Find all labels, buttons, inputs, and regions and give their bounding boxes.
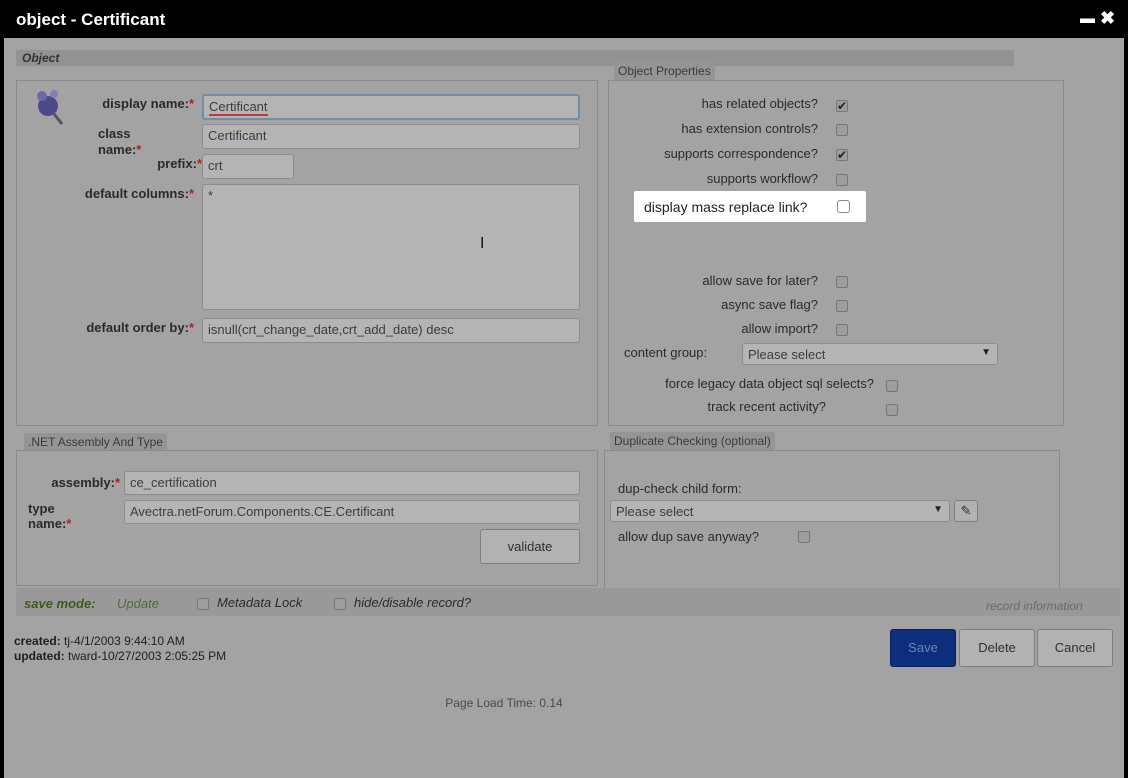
status-bar [16, 588, 1120, 616]
type-name-input[interactable]: Avectra.netForum.Components.CE.Certifica… [124, 500, 580, 524]
allow-dup-save-label: allow dup save anyway? [618, 529, 759, 544]
save-mode-label: save mode: [24, 596, 96, 611]
default-order-by-label: default order by:* [86, 320, 194, 335]
has-extension-controls-label: has extension controls? [681, 121, 818, 136]
dialog-body: Object display name:* Certificant class … [4, 38, 1124, 778]
allow-import-checkbox[interactable] [836, 324, 848, 336]
hide-disable-checkbox[interactable] [334, 598, 346, 610]
allow-save-for-later-label: allow save for later? [702, 273, 818, 288]
chevron-down-icon: ▼ [933, 504, 943, 515]
supports-correspondence-checkbox[interactable]: ✔ [836, 149, 848, 161]
save-mode-value: Update [117, 596, 159, 611]
page-load-time: Page Load Time: 0.14 [445, 696, 563, 710]
type-name-label-line1: type [28, 501, 55, 516]
assembly-section-header: .NET Assembly And Type [24, 433, 167, 451]
assembly-label: assembly:* [51, 475, 120, 490]
metadata-lock-label: Metadata Lock [217, 595, 303, 610]
created-info: created: tj-4/1/2003 9:44:10 AM [14, 634, 185, 648]
track-recent-activity-checkbox[interactable] [886, 404, 898, 416]
default-order-by-input[interactable]: isnull(crt_change_date,crt_add_date) des… [202, 318, 580, 343]
object-icon [32, 86, 66, 126]
cancel-button[interactable]: Cancel [1037, 629, 1113, 667]
save-button[interactable]: Save [890, 629, 956, 667]
window-title: object - Certificant [16, 10, 166, 29]
object-section-header: Object [16, 50, 1014, 66]
chevron-down-icon: ▼ [981, 347, 991, 358]
class-name-input[interactable]: Certificant [202, 124, 580, 149]
has-related-objects-checkbox[interactable]: ✔ [836, 100, 848, 112]
display-name-input[interactable]: Certificant [202, 94, 580, 120]
async-save-flag-label: async save flag? [721, 297, 818, 312]
window-titlebar: object - Certificant ▬ ✖ [0, 0, 1128, 38]
object-properties-header: Object Properties [614, 62, 715, 80]
display-mass-replace-row: display mass replace link? [634, 191, 866, 222]
minimize-icon[interactable]: ▬ [1080, 11, 1095, 26]
validate-button[interactable]: validate [480, 529, 580, 564]
display-name-label: display name:* [102, 96, 194, 111]
supports-workflow-checkbox[interactable] [836, 174, 848, 186]
metadata-lock-checkbox[interactable] [197, 598, 209, 610]
type-name-label-line2: name:* [28, 516, 72, 531]
has-extension-controls-checkbox[interactable] [836, 124, 848, 136]
force-legacy-label: force legacy data object sql selects? [665, 376, 874, 391]
content-group-label: content group: [624, 345, 708, 360]
has-related-objects-label: has related objects? [701, 96, 818, 111]
text-cursor-icon: I [480, 235, 485, 252]
close-icon[interactable]: ✖ [1100, 9, 1116, 27]
dup-check-child-form-select[interactable]: Please select ▼ [610, 500, 950, 522]
display-mass-replace-checkbox[interactable] [837, 200, 850, 213]
edit-pencil-button[interactable]: ✎ [954, 500, 978, 522]
record-information-link[interactable]: record information [986, 599, 1083, 613]
class-name-label-line1: class [98, 126, 131, 141]
display-mass-replace-label: display mass replace link? [644, 199, 808, 215]
updated-info: updated: tward-10/27/2003 2:05:25 PM [14, 649, 227, 663]
force-legacy-checkbox[interactable] [886, 380, 898, 392]
async-save-flag-checkbox[interactable] [836, 300, 848, 312]
duplicate-section-header: Duplicate Checking (optional) [610, 432, 775, 450]
default-columns-textarea[interactable]: * [202, 184, 580, 310]
allow-dup-save-checkbox[interactable] [798, 531, 810, 543]
prefix-input[interactable]: crt [202, 154, 294, 179]
pencil-icon: ✎ [960, 503, 972, 518]
track-recent-activity-label: track recent activity? [707, 399, 827, 414]
class-name-label-line2: name:* [98, 142, 142, 157]
hide-disable-label: hide/disable record? [354, 595, 472, 610]
supports-workflow-label: supports workflow? [706, 171, 818, 186]
dup-check-child-form-label: dup-check child form: [618, 481, 742, 496]
allow-save-for-later-checkbox[interactable] [836, 276, 848, 288]
content-group-select[interactable]: Please select ▼ [742, 343, 998, 365]
allow-import-label: allow import? [741, 321, 818, 336]
supports-correspondence-label: supports correspondence? [664, 146, 818, 161]
delete-button[interactable]: Delete [959, 629, 1035, 667]
prefix-label: prefix:* [157, 156, 202, 171]
default-columns-label: default columns:* [84, 186, 194, 201]
assembly-input[interactable]: ce_certification [124, 471, 580, 495]
